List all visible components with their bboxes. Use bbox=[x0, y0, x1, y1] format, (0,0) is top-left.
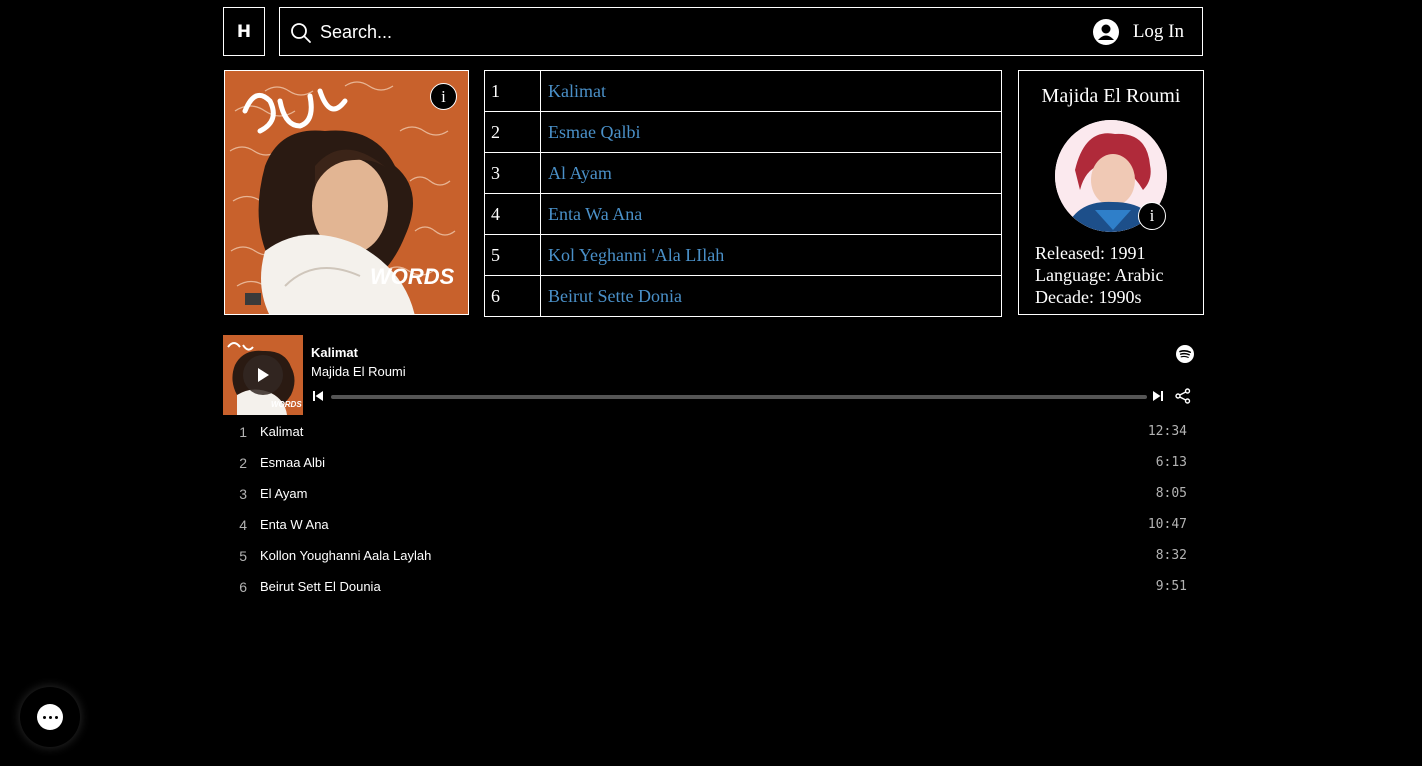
artist-info-button[interactable]: i bbox=[1138, 202, 1166, 230]
player-track-duration: 8:05 bbox=[1155, 486, 1187, 501]
play-button[interactable] bbox=[243, 355, 283, 395]
track-row: 4 Enta Wa Ana bbox=[484, 193, 1002, 235]
previous-track-icon[interactable] bbox=[312, 390, 324, 402]
player-track-duration: 9:51 bbox=[1155, 579, 1187, 594]
player-track-title: Enta W Ana bbox=[260, 517, 329, 532]
decade: Decade: 1990s bbox=[1035, 287, 1142, 307]
track-link[interactable]: Kalimat bbox=[548, 81, 606, 101]
player-track-row[interactable]: 2 Esmaa Albi 6:13 bbox=[223, 447, 1203, 478]
player-track-number: 6 bbox=[239, 579, 247, 595]
player-track-number: 2 bbox=[239, 455, 247, 471]
album-cover-image: WORDS bbox=[225, 71, 468, 314]
track-row: 3 Al Ayam bbox=[484, 152, 1002, 194]
player-track-duration: 8:32 bbox=[1155, 548, 1187, 563]
track-title-cell: Enta Wa Ana bbox=[540, 193, 1002, 235]
track-link[interactable]: Al Ayam bbox=[548, 163, 612, 183]
player-track-title: El Ayam bbox=[260, 486, 308, 501]
artist-name: Majida El Roumi bbox=[1041, 85, 1181, 107]
album-cover[interactable]: WORDS i bbox=[224, 70, 469, 315]
player-track-row[interactable]: 5 Kollon Youghanni Aala Laylah 8:32 bbox=[223, 540, 1203, 571]
track-row: 1 Kalimat bbox=[484, 70, 1002, 112]
player-track-row[interactable]: 6 Beirut Sett El Dounia 9:51 bbox=[223, 571, 1203, 602]
track-number: 2 bbox=[484, 111, 541, 153]
chat-widget-button[interactable] bbox=[20, 687, 80, 747]
artist-card: Majida El Roumi i Released: 1991 Languag… bbox=[1018, 70, 1204, 315]
track-link[interactable]: Kol Yeghanni 'Ala LIlah bbox=[548, 245, 724, 265]
track-link[interactable]: Esmae Qalbi bbox=[548, 122, 640, 142]
language: Language: Arabic bbox=[1035, 265, 1164, 285]
player-track-number: 1 bbox=[239, 424, 247, 440]
player-track-row[interactable]: 1 Kalimat 12:34 bbox=[223, 416, 1203, 447]
track-link[interactable]: Beirut Sette Donia bbox=[548, 286, 682, 306]
player-track-number: 4 bbox=[239, 517, 247, 533]
release-year: Released: 1991 bbox=[1035, 243, 1146, 263]
player-thumbnail: WORDS bbox=[223, 335, 303, 415]
login-button[interactable]: Log In bbox=[1092, 18, 1184, 46]
track-number: 5 bbox=[484, 234, 541, 276]
track-number: 3 bbox=[484, 152, 541, 194]
player-track-duration: 10:47 bbox=[1147, 517, 1187, 532]
track-title-cell: Kol Yeghanni 'Ala LIlah bbox=[540, 234, 1002, 276]
player-track-title: Esmaa Albi bbox=[260, 455, 326, 470]
info-icon: i bbox=[1149, 206, 1155, 225]
player-tracklist: 1 Kalimat 12:34 2 Esmaa Albi 6:13 3 El Ayam 8:05… bbox=[223, 416, 1203, 602]
track-number: 4 bbox=[484, 193, 541, 235]
track-title-cell: Kalimat bbox=[540, 70, 1002, 112]
info-icon: i bbox=[441, 86, 446, 106]
album-info-button[interactable]: i bbox=[430, 83, 457, 110]
artist-meta: Released: 1991 Language: Arabic Decade: … bbox=[1035, 242, 1163, 308]
next-track-icon[interactable] bbox=[1152, 390, 1164, 402]
player-track-duration: 12:34 bbox=[1147, 424, 1187, 439]
search-bar: Log In bbox=[279, 7, 1203, 56]
progress-bar[interactable] bbox=[331, 395, 1147, 399]
logo-letter: H bbox=[236, 21, 252, 42]
track-number: 6 bbox=[484, 275, 541, 317]
search-icon bbox=[291, 23, 311, 43]
track-row: 5 Kol Yeghanni 'Ala LIlah bbox=[484, 234, 1002, 276]
player-track-title[interactable]: Kalimat bbox=[311, 345, 358, 360]
album-tracks-table: 1 Kalimat 2 Esmae Qalbi 3 Al Ayam 4 Enta Wa Ana… bbox=[484, 70, 1002, 317]
track-number: 1 bbox=[484, 70, 541, 112]
player-track-row[interactable]: 4 Enta W Ana 10:47 bbox=[223, 509, 1203, 540]
spotify-logo-icon[interactable] bbox=[1176, 345, 1194, 363]
site-logo[interactable]: H bbox=[223, 7, 265, 56]
spotify-player: WORDS Kalimat Majida El Roumi bbox=[223, 335, 1203, 415]
user-avatar-icon bbox=[1092, 19, 1119, 45]
login-label: Log In bbox=[1132, 21, 1184, 42]
chat-icon bbox=[37, 704, 63, 730]
player-track-title: Kalimat bbox=[260, 424, 304, 439]
track-row: 6 Beirut Sette Donia bbox=[484, 275, 1002, 317]
share-icon[interactable] bbox=[1175, 388, 1191, 404]
track-link[interactable]: Enta Wa Ana bbox=[548, 204, 642, 224]
player-track-row[interactable]: 3 El Ayam 8:05 bbox=[223, 478, 1203, 509]
player-track-title: Kollon Youghanni Aala Laylah bbox=[260, 548, 432, 563]
track-title-cell: Esmae Qalbi bbox=[540, 111, 1002, 153]
svg-text:WORDS: WORDS bbox=[370, 264, 455, 289]
player-track-title: Beirut Sett El Dounia bbox=[260, 579, 381, 594]
track-title-cell: Beirut Sette Donia bbox=[540, 275, 1002, 317]
player-track-duration: 6:13 bbox=[1155, 455, 1187, 470]
player-track-number: 3 bbox=[239, 486, 247, 502]
track-row: 2 Esmae Qalbi bbox=[484, 111, 1002, 153]
player-artist-name[interactable]: Majida El Roumi bbox=[311, 364, 406, 379]
search-input[interactable] bbox=[320, 18, 1020, 46]
play-icon bbox=[258, 368, 269, 382]
svg-text:WORDS: WORDS bbox=[271, 400, 302, 409]
player-track-number: 5 bbox=[239, 548, 247, 564]
track-title-cell: Al Ayam bbox=[540, 152, 1002, 194]
